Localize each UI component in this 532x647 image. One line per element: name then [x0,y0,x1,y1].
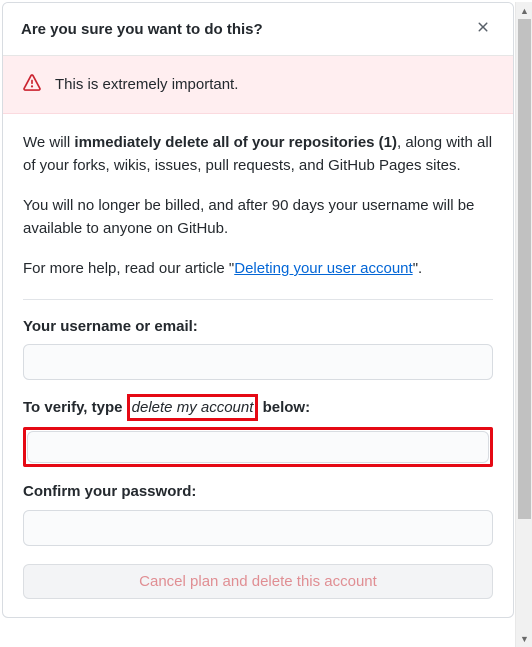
verify-input[interactable] [27,431,489,463]
username-label: Your username or email: [23,316,493,339]
billing-paragraph: You will no longer be billed, and after … [23,195,493,240]
alert-triangle-icon [23,74,41,95]
text-bold: immediately delete all of your repositor… [74,134,397,151]
warning-text: This is extremely important. [55,76,238,93]
close-button[interactable] [471,19,495,39]
help-paragraph: For more help, read our article "Deletin… [23,258,493,281]
username-input[interactable] [23,344,493,380]
text-fragment: below: [263,399,311,416]
help-article-link[interactable]: Deleting your user account [234,260,412,277]
scrollbar-thumb[interactable] [518,19,531,519]
modal-title: Are you sure you want to do this? [21,21,263,38]
password-group: Confirm your password: [23,481,493,546]
password-input[interactable] [23,510,493,546]
text-fragment: We will [23,134,74,151]
scroll-up-arrow-icon[interactable]: ▲ [516,2,532,19]
verify-phrase-highlight: delete my account [127,394,259,421]
verify-input-highlight [23,427,493,467]
username-group: Your username or email: [23,316,493,381]
text-fragment: To verify, type [23,399,122,416]
verify-label: To verify, type delete my account below: [23,394,493,421]
delete-warning-paragraph: We will immediately delete all of your r… [23,132,493,177]
scroll-down-arrow-icon[interactable]: ▼ [516,630,532,647]
confirm-delete-modal: Are you sure you want to do this? This i… [2,2,514,618]
confirm-delete-button[interactable]: Cancel plan and delete this account [23,564,493,599]
text-fragment: For more help, read our article " [23,260,234,277]
verify-group: To verify, type delete my account below: [23,394,493,467]
divider [23,299,493,300]
modal-body: We will immediately delete all of your r… [3,114,513,617]
password-label: Confirm your password: [23,481,493,504]
close-icon [475,18,491,40]
text-fragment: ". [413,260,423,277]
modal-header: Are you sure you want to do this? [3,3,513,56]
warning-banner: This is extremely important. [3,56,513,114]
vertical-scrollbar[interactable]: ▲ ▼ [515,2,532,647]
